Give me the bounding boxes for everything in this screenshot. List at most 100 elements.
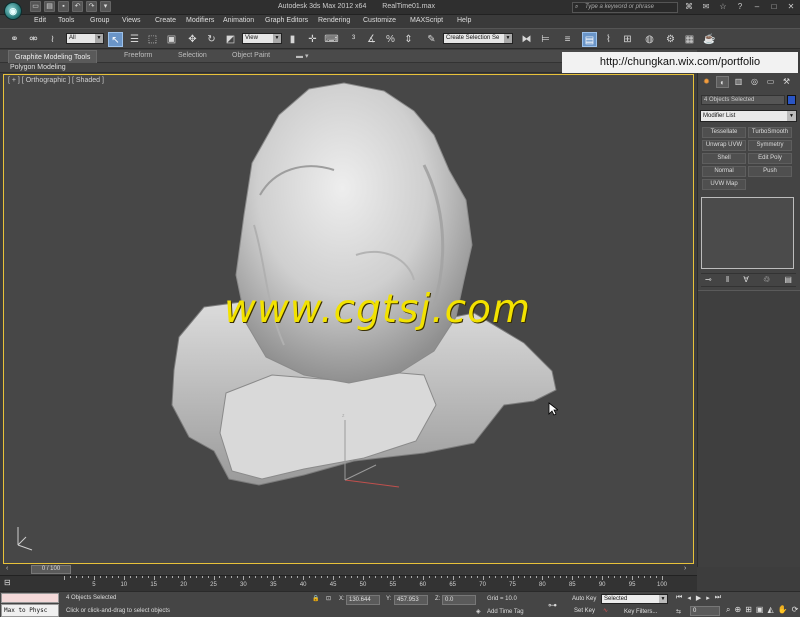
menu-rendering[interactable]: Rendering	[318, 17, 350, 24]
named-selection-set-dropdown[interactable]: Create Selection Se ▼	[443, 33, 513, 44]
search-input[interactable]: ⌕ Type a keyword or phrase	[572, 2, 678, 13]
key-filters-button[interactable]: Key Filters...	[624, 608, 657, 617]
layer-manager-icon[interactable]: ≡	[560, 32, 575, 47]
pan-icon[interactable]: ✋	[778, 605, 788, 615]
set-key-curve-icon[interactable]: ∿	[603, 607, 608, 614]
link-icon[interactable]: ⚭	[7, 32, 22, 47]
hierarchy-tab-icon[interactable]: ▥	[732, 76, 745, 88]
menu-create[interactable]: Create	[155, 17, 176, 24]
schematic-view-icon[interactable]: ⊞	[620, 32, 635, 47]
selection-lock-icon[interactable]: 🔒	[312, 595, 319, 602]
auto-key-button[interactable]: Auto Key	[572, 595, 596, 605]
save-file-icon[interactable]: ▪	[58, 1, 69, 12]
project-folder-icon[interactable]: ▾	[100, 1, 111, 12]
snaps-toggle-icon[interactable]: ³	[346, 32, 361, 47]
help-icon[interactable]: ?	[735, 2, 745, 12]
reference-coord-dropdown[interactable]: View ▼	[242, 33, 282, 44]
edit-named-sets-icon[interactable]: ✎	[424, 32, 439, 47]
menu-maxscript[interactable]: MAXScript	[410, 17, 443, 24]
menu-edit[interactable]: Edit	[34, 17, 46, 24]
symmetry-button[interactable]: Symmetry	[748, 140, 792, 151]
create-tab-icon[interactable]: ✹	[700, 76, 713, 88]
turbosmooth-button[interactable]: TurboSmooth	[748, 127, 792, 138]
menu-animation[interactable]: Animation	[223, 17, 254, 24]
graphite-toggle-icon[interactable]: ▤	[582, 32, 597, 47]
align-icon[interactable]: ⊨	[538, 32, 553, 47]
zoom-icon[interactable]: ⌕	[726, 605, 730, 615]
configure-sets-icon[interactable]: ▤	[784, 275, 792, 285]
menu-tools[interactable]: Tools	[58, 17, 74, 24]
tab-freeform[interactable]: Freeform	[124, 52, 152, 59]
mini-curve-editor-icon[interactable]: ⊟	[4, 578, 18, 588]
menu-group[interactable]: Group	[90, 17, 109, 24]
key-mode-toggle-icon[interactable]: ⇆	[676, 608, 681, 615]
current-frame-field[interactable]: 0	[690, 606, 720, 616]
previous-frame-icon[interactable]: ◂	[687, 594, 691, 602]
material-editor-icon[interactable]: ◍	[642, 32, 657, 47]
track-bar[interactable]: ⊟ 5 10 15 20 25 30 35 40 45 50 55 60 65 70 75 80 85 90 95 1…	[0, 575, 697, 591]
menu-customize[interactable]: Customize	[363, 17, 396, 24]
render-setup-icon[interactable]: ⚙	[663, 32, 678, 47]
curve-editor-icon[interactable]: ⌇	[601, 32, 616, 47]
window-crossing-icon[interactable]: ▣	[164, 32, 179, 47]
utilities-tab-icon[interactable]: ⚒	[780, 76, 793, 88]
uvw-map-button[interactable]: UVW Map	[702, 179, 746, 190]
rotate-icon[interactable]: ↻	[204, 32, 219, 47]
zoom-extents-icon[interactable]: ⊞	[745, 605, 752, 615]
tessellate-button[interactable]: Tessellate	[702, 127, 746, 138]
new-file-icon[interactable]: ▭	[30, 1, 41, 12]
z-coordinate-field[interactable]: 0.0	[442, 595, 476, 605]
remove-modifier-icon[interactable]: ♲	[763, 275, 770, 285]
menu-graph-editors[interactable]: Graph Editors	[265, 17, 308, 24]
menu-views[interactable]: Views	[122, 17, 141, 24]
x-coordinate-field[interactable]: 130.644	[346, 595, 380, 605]
redo-icon[interactable]: ↷	[86, 1, 97, 12]
maximize-icon[interactable]: □	[769, 2, 779, 12]
minimize-icon[interactable]: –	[752, 2, 762, 12]
go-to-start-icon[interactable]: ⏮	[676, 594, 682, 602]
select-by-name-icon[interactable]: ☰	[127, 32, 142, 47]
polygon-modeling-panel[interactable]: Polygon Modeling	[10, 64, 66, 71]
binoculars-icon[interactable]: ⌘	[684, 2, 694, 12]
tab-object-paint[interactable]: Object Paint	[232, 52, 270, 59]
rendered-frame-window-icon[interactable]: ▦	[682, 32, 697, 47]
open-file-icon[interactable]: ▤	[44, 1, 55, 12]
unwrap-uvw-button[interactable]: Unwrap UVW	[702, 140, 746, 151]
show-end-result-icon[interactable]: ‖	[726, 275, 729, 285]
shell-button[interactable]: Shell	[702, 153, 746, 164]
normal-button[interactable]: Normal	[702, 166, 746, 177]
scale-icon[interactable]: ◩	[223, 32, 238, 47]
field-of-view-icon[interactable]: ◭	[767, 605, 773, 615]
modify-tab-icon[interactable]: ◐	[716, 76, 729, 88]
absolute-mode-icon[interactable]: ⊡	[326, 595, 331, 602]
zoom-extents-all-icon[interactable]: ▣	[756, 605, 764, 615]
push-button[interactable]: Push	[748, 166, 792, 177]
go-to-end-icon[interactable]: ⏭	[715, 594, 721, 602]
menu-modifiers[interactable]: Modifiers	[186, 17, 214, 24]
play-icon[interactable]: ▶	[696, 594, 701, 602]
undo-icon[interactable]: ↶	[72, 1, 83, 12]
key-mode-dropdown[interactable]: Selected ▼	[601, 594, 668, 604]
bind-space-warp-icon[interactable]: ≀	[45, 32, 60, 47]
pivot-center-icon[interactable]: ▮	[285, 32, 300, 47]
percent-snap-icon[interactable]: %	[383, 32, 398, 47]
time-slider[interactable]: 0 / 100 ‹ ›	[0, 564, 697, 575]
tab-selection[interactable]: Selection	[178, 52, 207, 59]
edit-poly-button[interactable]: Edit Poly	[748, 153, 792, 164]
mirror-icon[interactable]: ⧓	[519, 32, 534, 47]
favorites-star-icon[interactable]: ☆	[718, 2, 728, 12]
rect-selection-region-icon[interactable]: ⬚	[145, 32, 160, 47]
time-next-icon[interactable]: ›	[684, 565, 686, 572]
modifier-list-dropdown[interactable]: Modifier List ▼	[700, 110, 797, 122]
time-prev-icon[interactable]: ‹	[6, 565, 8, 572]
maxscript-listener-output[interactable]	[1, 593, 59, 603]
angle-snap-icon[interactable]: ∡	[364, 32, 379, 47]
tab-graphite-modeling-tools[interactable]: Graphite Modeling Tools	[8, 50, 98, 63]
time-slider-thumb[interactable]: 0 / 100	[31, 565, 71, 574]
maxscript-mini-listener[interactable]: Max to Physc	[1, 604, 59, 617]
unlink-icon[interactable]: ⚮	[26, 32, 41, 47]
selection-filter-dropdown[interactable]: All ▼	[66, 33, 104, 44]
object-name-field[interactable]: 4 Objects Selected	[701, 95, 785, 105]
object-color-swatch[interactable]	[787, 95, 796, 105]
set-key-button[interactable]: Set Key	[574, 607, 595, 617]
